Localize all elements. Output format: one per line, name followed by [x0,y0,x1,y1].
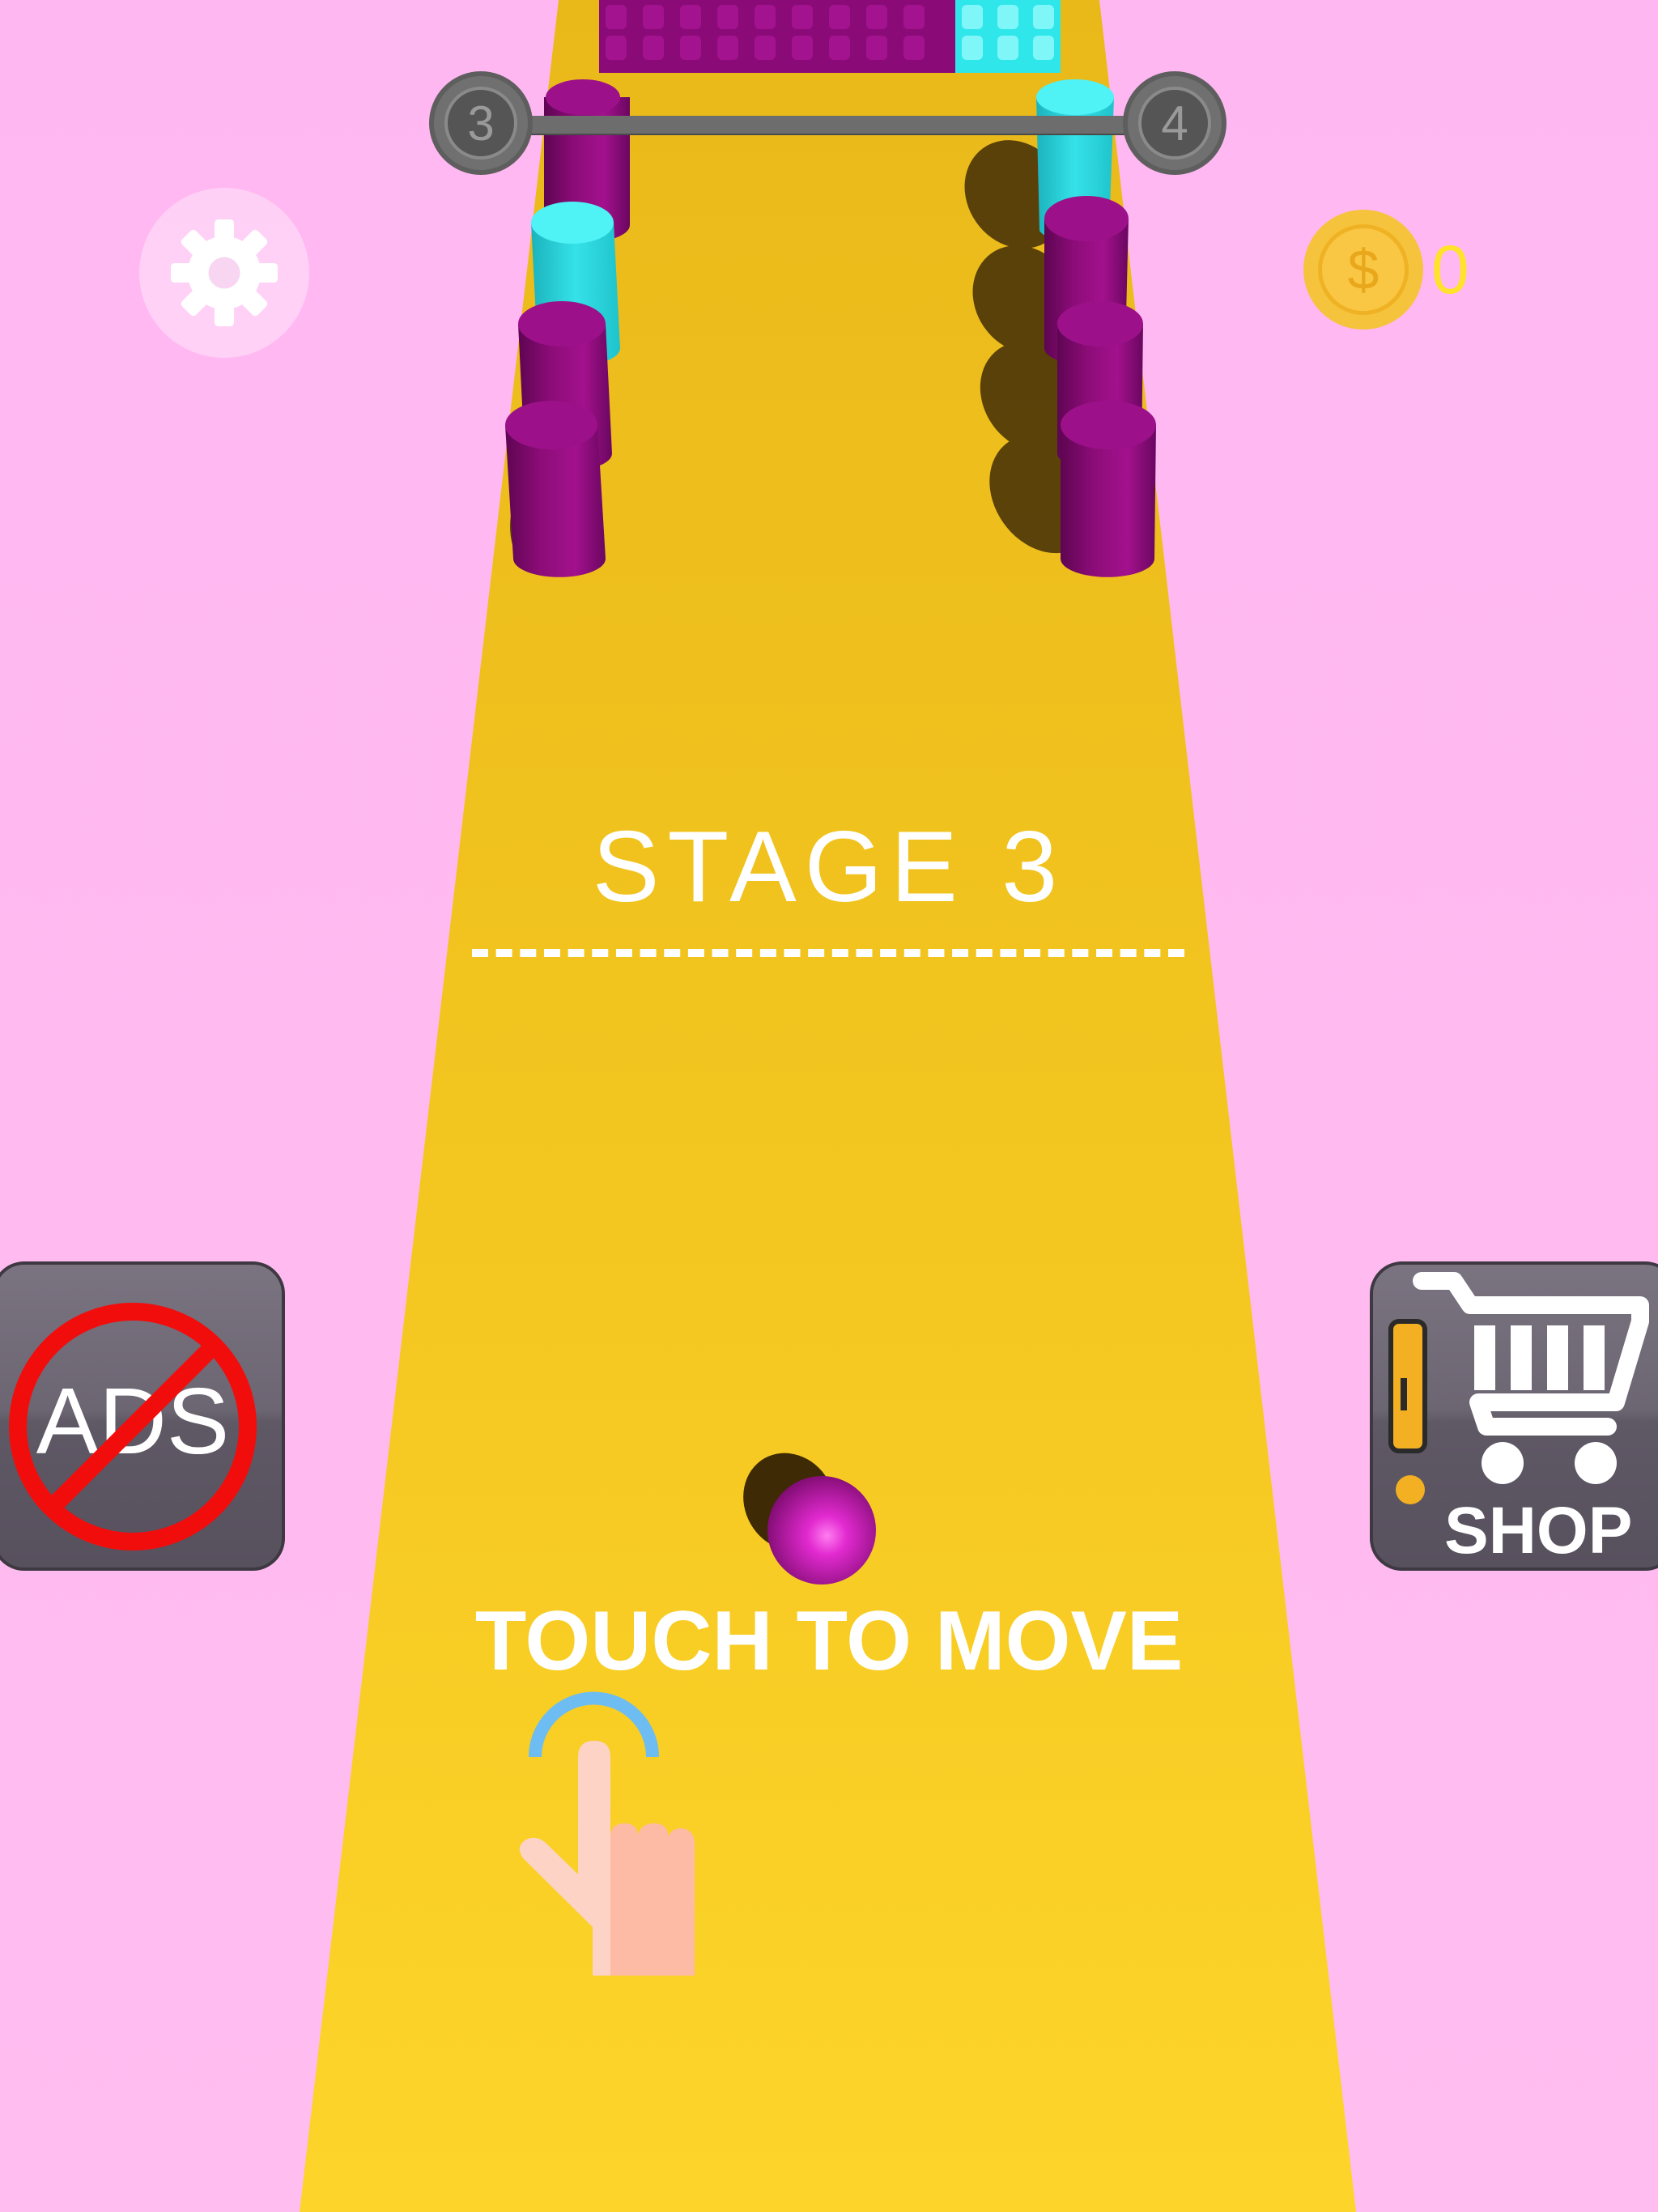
shop-button[interactable]: SHOP [1370,1261,1658,1571]
next-level-indicator: 4 [1123,71,1226,175]
current-level-indicator: 3 [429,71,533,175]
stage-title: STAGE 3 [592,811,1066,923]
level-progress-track [502,116,1154,134]
tap-hand-icon [519,1691,695,1976]
coin-icon: $ [1303,210,1423,330]
track [300,0,1356,2212]
shop-label: SHOP [1444,1494,1633,1568]
coin-counter: $ 0 [1303,209,1469,330]
game-screen[interactable]: 3 4 $ 0 STAGE 3 SHOP TOUCH TO MOVE [0,0,1658,2212]
distant-pillars [599,0,1061,73]
coin-count: 0 [1431,231,1469,308]
remove-ads-button[interactable]: ADS [0,1261,285,1571]
next-level-number: 4 [1161,96,1188,151]
settings-button[interactable] [139,188,309,358]
current-level-number: 3 [467,96,495,151]
no-sign-icon [9,1303,257,1551]
touch-to-move-hint: TOUCH TO MOVE [474,1594,1184,1688]
gear-icon [171,219,278,326]
stage-divider [472,949,1184,957]
shopping-cart-icon [1388,1272,1649,1504]
level-progress-bar: 3 4 [429,71,1226,177]
